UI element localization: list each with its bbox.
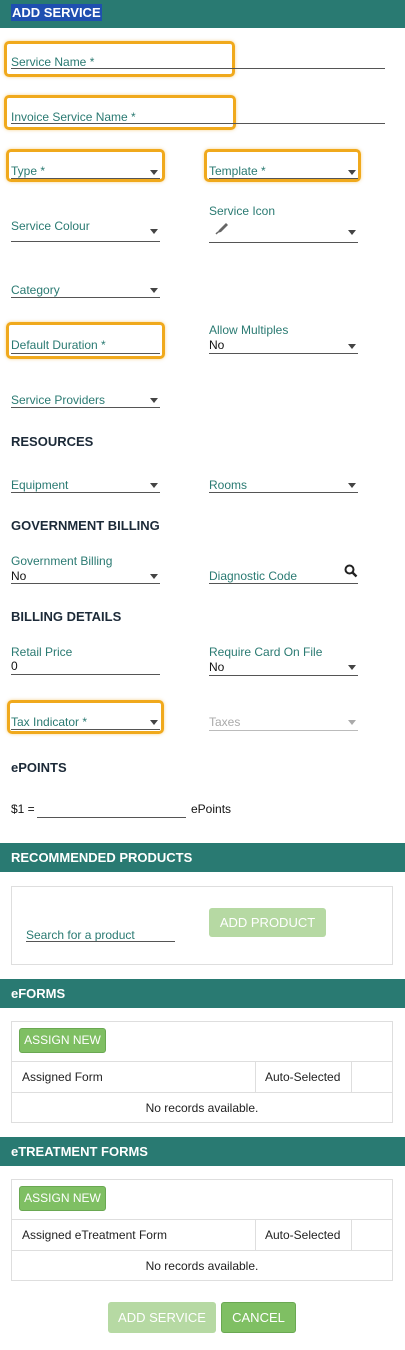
service-name-field[interactable]: Service Name * bbox=[11, 55, 94, 69]
invoice-name-underline bbox=[11, 123, 385, 124]
default-duration-underline bbox=[11, 353, 160, 354]
etreatment-empty-message: No records available. bbox=[145, 1259, 259, 1273]
chevron-down-icon[interactable] bbox=[348, 665, 356, 670]
add-product-button[interactable]: ADD PRODUCT bbox=[209, 908, 326, 937]
add-service-header: ADD SERVICE bbox=[0, 0, 405, 28]
tax-indicator-underline bbox=[11, 729, 160, 730]
product-search-underline bbox=[26, 941, 175, 942]
chevron-down-icon[interactable] bbox=[150, 229, 158, 234]
eforms-assign-new-button[interactable]: ASSIGN NEW bbox=[19, 1028, 106, 1053]
epoints-heading: ePOINTS bbox=[11, 760, 67, 775]
search-icon[interactable] bbox=[344, 564, 358, 578]
resources-heading: RESOURCES bbox=[11, 434, 94, 449]
default-duration-field[interactable]: Default Duration * bbox=[11, 338, 106, 352]
chevron-down-icon[interactable] bbox=[150, 483, 158, 488]
chevron-down-icon[interactable] bbox=[348, 483, 356, 488]
service-icon-label: Service Icon bbox=[209, 204, 276, 218]
service-colour-underline bbox=[11, 241, 160, 242]
invoice-service-name-field[interactable]: Invoice Service Name * bbox=[11, 110, 136, 124]
eforms-col-divider bbox=[255, 1061, 256, 1092]
government-billing-select[interactable]: No bbox=[11, 569, 26, 583]
eforms-title: eFORMS bbox=[11, 986, 66, 1001]
service-providers-underline bbox=[11, 407, 160, 408]
recommended-products-header: RECOMMENDED PRODUCTS bbox=[0, 843, 405, 872]
retail-price-underline bbox=[11, 674, 160, 675]
add-service-button[interactable]: ADD SERVICE bbox=[108, 1302, 216, 1333]
template-select[interactable]: Template * bbox=[209, 164, 266, 178]
etreatment-forms-title: eTREATMENT FORMS bbox=[11, 1144, 148, 1159]
etreatment-header-bottom-border bbox=[11, 1250, 393, 1251]
rooms-select[interactable]: Rooms bbox=[209, 478, 247, 492]
eforms-col-divider-2 bbox=[351, 1061, 352, 1092]
service-icon-underline bbox=[209, 242, 358, 243]
eforms-header-top-border bbox=[11, 1061, 393, 1062]
government-billing-heading: GOVERNMENT BILLING bbox=[11, 518, 160, 533]
allow-multiples-select[interactable]: No bbox=[209, 338, 224, 352]
etreatment-col-auto-selected[interactable]: Auto-Selected bbox=[265, 1228, 340, 1242]
etreatment-col-assigned-form[interactable]: Assigned eTreatment Form bbox=[22, 1228, 167, 1242]
taxes-select[interactable]: Taxes bbox=[209, 715, 240, 729]
diagnostic-code-field[interactable]: Diagnostic Code bbox=[209, 569, 297, 583]
category-underline bbox=[11, 297, 160, 298]
epoints-prefix: $1 = bbox=[11, 802, 35, 816]
government-billing-label: Government Billing bbox=[11, 554, 113, 568]
retail-price-input[interactable]: 0 bbox=[11, 659, 18, 673]
equipment-underline bbox=[11, 492, 160, 493]
chevron-down-icon[interactable] bbox=[348, 344, 356, 349]
require-card-underline bbox=[209, 675, 358, 676]
diagnostic-code-underline bbox=[209, 583, 358, 584]
service-colour-select[interactable]: Service Colour bbox=[11, 219, 90, 233]
service-name-underline bbox=[11, 68, 385, 69]
epoints-suffix: ePoints bbox=[191, 802, 232, 816]
chevron-down-icon[interactable] bbox=[348, 170, 356, 175]
etreatment-header-top-border bbox=[11, 1219, 393, 1220]
epoints-input[interactable] bbox=[37, 817, 186, 818]
allow-multiples-underline bbox=[209, 353, 358, 354]
equipment-select[interactable]: Equipment bbox=[11, 478, 68, 492]
service-providers-select[interactable]: Service Providers bbox=[11, 393, 105, 407]
chevron-down-icon[interactable] bbox=[150, 288, 158, 293]
require-card-label: Require Card On File bbox=[209, 645, 323, 659]
category-select[interactable]: Category bbox=[11, 283, 60, 297]
eforms-col-auto-selected[interactable]: Auto-Selected bbox=[265, 1070, 340, 1084]
chevron-down-icon[interactable] bbox=[348, 230, 356, 235]
etreatment-assign-new-button[interactable]: ASSIGN NEW bbox=[19, 1186, 106, 1211]
recommended-products-title: RECOMMENDED PRODUCTS bbox=[11, 850, 193, 865]
eforms-header-bottom-border bbox=[11, 1092, 393, 1093]
government-billing-underline bbox=[11, 583, 160, 584]
chevron-down-icon[interactable] bbox=[348, 720, 356, 725]
require-card-select[interactable]: No bbox=[209, 660, 224, 674]
type-underline bbox=[11, 178, 160, 179]
rooms-underline bbox=[209, 492, 358, 493]
product-search-input[interactable]: Search for a product bbox=[26, 928, 135, 942]
type-select[interactable]: Type * bbox=[11, 164, 45, 178]
chevron-down-icon[interactable] bbox=[150, 574, 158, 579]
chevron-down-icon[interactable] bbox=[150, 170, 158, 175]
page-title: ADD SERVICE bbox=[11, 4, 102, 21]
template-underline bbox=[209, 178, 358, 179]
pen-icon[interactable] bbox=[215, 221, 231, 235]
cancel-button[interactable]: CANCEL bbox=[221, 1302, 296, 1333]
taxes-underline bbox=[209, 730, 358, 731]
chevron-down-icon[interactable] bbox=[150, 720, 158, 725]
eforms-header: eFORMS bbox=[0, 979, 405, 1008]
chevron-down-icon[interactable] bbox=[150, 398, 158, 403]
allow-multiples-label: Allow Multiples bbox=[209, 323, 289, 337]
tax-indicator-select[interactable]: Tax Indicator * bbox=[11, 715, 87, 729]
recommended-products-panel bbox=[11, 886, 393, 965]
retail-price-label: Retail Price bbox=[11, 645, 73, 659]
etreatment-col-divider bbox=[255, 1219, 256, 1250]
billing-details-heading: BILLING DETAILS bbox=[11, 609, 122, 624]
etreatment-forms-header: eTREATMENT FORMS bbox=[0, 1137, 405, 1166]
eforms-col-assigned-form[interactable]: Assigned Form bbox=[22, 1070, 103, 1084]
etreatment-col-divider-2 bbox=[351, 1219, 352, 1250]
eforms-empty-message: No records available. bbox=[145, 1101, 259, 1115]
